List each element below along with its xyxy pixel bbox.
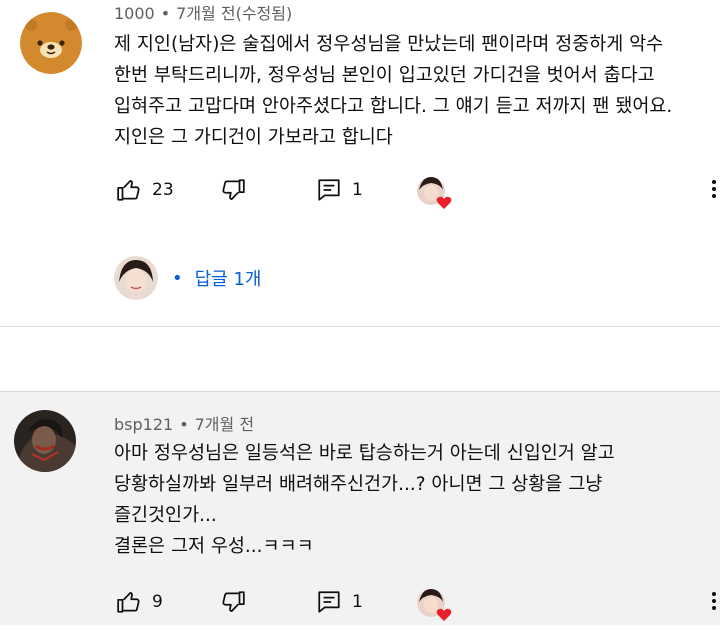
thumbs-up-icon (117, 592, 140, 613)
comment-line: 한번 부탁드리니까, 정우성님 본인이 입고있던 가디건을 벗어서 춥다고 (114, 65, 655, 86)
comment-reply-icon (318, 179, 340, 201)
reply-button[interactable]: 1 (316, 177, 363, 203)
comment-author[interactable]: bsp121 (114, 415, 173, 434)
comment-line: 제 지인(남자)은 술집에서 정우성님을 만났는데 팬이라며 정중하게 악수 (114, 34, 664, 55)
spacer (0, 327, 720, 391)
comment-line: 즐긴것인가... (114, 505, 217, 526)
comment-meta: bsp121 • 7개월 전 (114, 411, 254, 435)
comment-time[interactable]: 7개월 전 (195, 415, 254, 434)
like-count: 9 (152, 592, 163, 612)
creator-heart-icon (417, 589, 452, 621)
reply-count: 1 (352, 180, 363, 200)
more-options-icon[interactable] (711, 589, 717, 613)
comment-line: 지인은 그 가디건이 가보라고 합니다 (114, 127, 393, 148)
creator-heart (416, 587, 452, 621)
reply-count: 1 (352, 592, 363, 612)
creator-heart-icon (417, 177, 452, 209)
comment-text: 제 지인(남자)은 술집에서 정우성님을 만났는데 팬이라며 정중하게 악수 한… (114, 29, 710, 153)
dislike-button[interactable] (220, 177, 246, 203)
meta-dot: • (160, 4, 171, 23)
replies-link[interactable]: 답글 1개 (195, 265, 262, 291)
comment-text: 아마 정우성님은 일등석은 바로 탑승하는거 아는데 신입인거 알고 당황하실까… (114, 438, 710, 562)
reply-dot: • (172, 267, 183, 289)
comment-reply-icon (318, 591, 340, 613)
dislike-button[interactable] (220, 589, 246, 615)
comment-actions: 23 1 (0, 171, 720, 211)
dark-portrait-avatar (14, 410, 76, 472)
comment-author[interactable]: 1000 (114, 4, 155, 23)
thumbs-up-icon (117, 180, 140, 201)
comment-line: 결론은 그저 우성...ㅋㅋㅋ (114, 536, 314, 557)
comment-1: 1000 • 7개월 전(수정됨) 제 지인(남자)은 술집에서 정우성님을 만났는… (0, 0, 720, 326)
comment-meta: 1000 • 7개월 전(수정됨) (114, 0, 292, 24)
comment-actions: 9 1 (0, 583, 720, 623)
avatar[interactable] (14, 410, 76, 472)
meta-dot: • (179, 415, 189, 434)
comment-line: 아마 정우성님은 일등석은 바로 탑승하는거 아는데 신입인거 알고 (114, 443, 615, 464)
avatar[interactable] (20, 12, 82, 74)
creator-avatar (114, 256, 158, 300)
reply-button[interactable]: 1 (316, 589, 363, 615)
like-button[interactable]: 23 (116, 177, 174, 203)
bear-face-icon (20, 12, 82, 74)
like-button[interactable]: 9 (116, 589, 163, 615)
comment-line: 입혀주고 고맙다며 안아주셨다고 합니다. 그 얘기 듣고 저까지 팬 됐어요. (114, 96, 673, 117)
comment-line: 당황하실까봐 일부러 배려해주신건가...? 아니면 그 상황을 그냥 (114, 474, 603, 495)
creator-avatar-icon (114, 256, 158, 300)
like-count: 23 (152, 180, 174, 200)
thumbs-down-icon (222, 591, 245, 612)
comment-time[interactable]: 7개월 전(수정됨) (176, 4, 292, 23)
more-options-icon[interactable] (711, 177, 717, 201)
creator-heart (416, 175, 452, 209)
comment-2: bsp121 • 7개월 전 아마 정우성님은 일등석은 바로 탑승하는거 아는데 … (0, 391, 720, 625)
replies-toggle[interactable]: • 답글 1개 (114, 256, 261, 300)
thumbs-down-icon (222, 179, 245, 200)
